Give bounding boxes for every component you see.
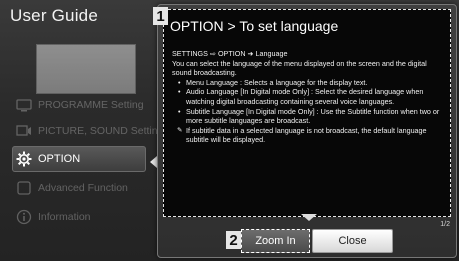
- info-icon: [16, 209, 32, 225]
- sidebar-item-label: OPTION: [38, 153, 81, 165]
- step-badge-2: 2: [226, 231, 241, 249]
- user-guide-screen: User Guide PROGRAMME Setting PICTURE, SO…: [0, 0, 459, 261]
- zoom-in-label: Zoom In: [255, 235, 296, 247]
- gear-icon: [16, 151, 32, 167]
- picture-sound-icon: [16, 123, 32, 139]
- bullet-audio-language: Audio Language [In Digital mode Only] : …: [178, 87, 446, 106]
- preview-thumbnail: [36, 44, 136, 94]
- close-label: Close: [338, 235, 367, 247]
- step-badge-1: 1: [153, 7, 168, 25]
- page-indicator: 1/2: [440, 221, 450, 228]
- dialog-content-area[interactable]: 1 OPTION > To set language SETTINGS ⇨ OP…: [153, 7, 451, 217]
- settings-path: SETTINGS ⇨ OPTION ➜ Language: [172, 49, 288, 58]
- scroll-down-icon[interactable]: [301, 214, 317, 221]
- bullet-subtitle-language: Subtitle Language [In Digital mode Only]…: [178, 107, 446, 126]
- intro-text: You can select the language of the menu …: [172, 58, 427, 78]
- dialog-body: SETTINGS ⇨ OPTION ➜ Language You can sel…: [172, 49, 446, 145]
- sidebar-item-option[interactable]: OPTION: [12, 146, 166, 172]
- note-text: If subtitle data in a selected language …: [172, 126, 446, 145]
- sidebar-item-information[interactable]: Information: [16, 206, 166, 228]
- app-title: User Guide: [10, 6, 98, 25]
- sidebar-item-label: PICTURE, SOUND Setting: [38, 125, 164, 137]
- sidebar-item-advanced-function[interactable]: Advanced Function: [16, 177, 166, 199]
- bullet-menu-language: Menu Language : Selects a language for t…: [178, 78, 446, 88]
- zoom-in-button[interactable]: 2 Zoom In: [226, 229, 310, 253]
- close-button[interactable]: Close: [312, 229, 393, 253]
- sidebar-item-programme-setting[interactable]: PROGRAMME Setting: [16, 94, 166, 116]
- help-dialog: 1 OPTION > To set language SETTINGS ⇨ OP…: [153, 4, 457, 258]
- sidebar-item-picture-sound-setting[interactable]: PICTURE, SOUND Setting: [16, 120, 166, 142]
- sidebar-item-label: Information: [38, 211, 91, 223]
- sidebar-item-label: PROGRAMME Setting: [38, 99, 144, 111]
- bullet-list: Menu Language : Selects a language for t…: [172, 78, 446, 126]
- advanced-icon: [16, 180, 32, 196]
- tv-icon: [16, 97, 32, 113]
- dialog-title: OPTION > To set language: [170, 18, 339, 34]
- sidebar-item-label: Advanced Function: [38, 182, 128, 194]
- active-item-arrow-icon: [150, 156, 157, 168]
